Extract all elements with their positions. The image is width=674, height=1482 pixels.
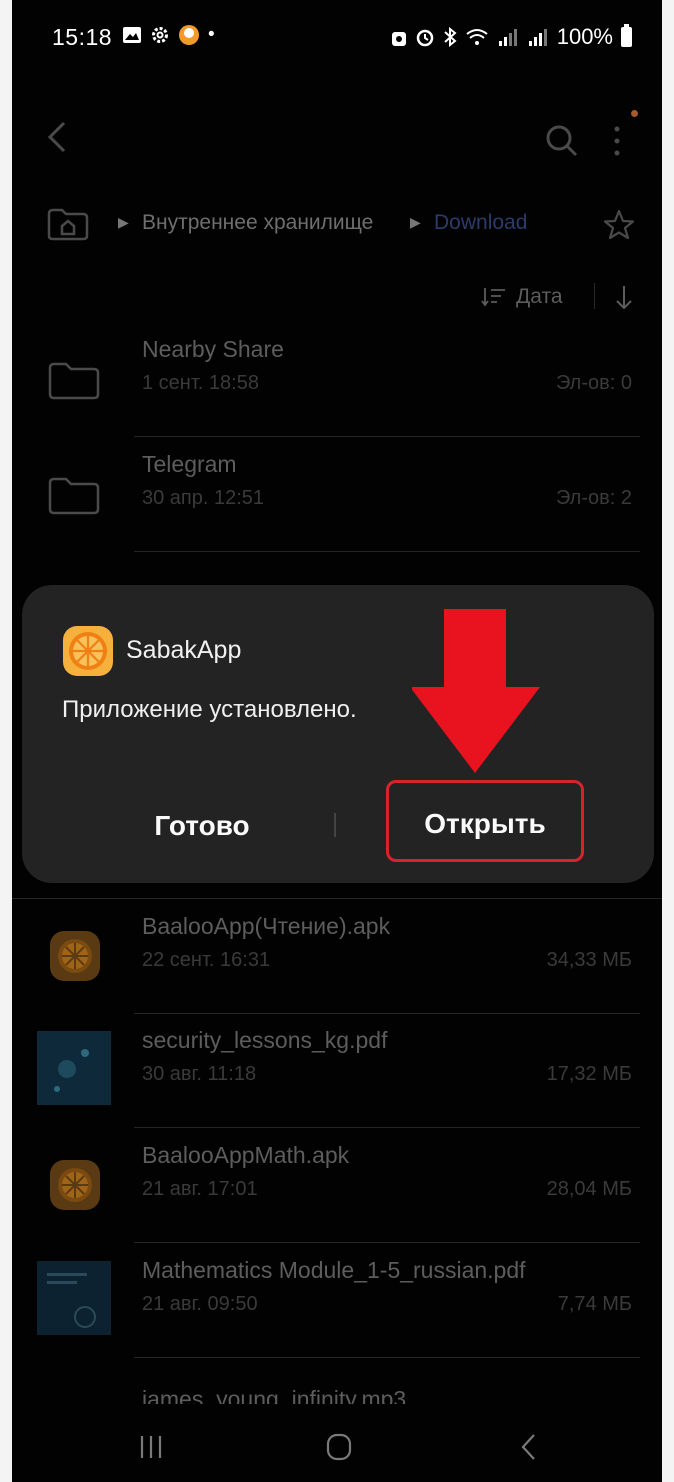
app-notification-icon (179, 25, 199, 45)
status-bar: 15:18 • 100% (12, 0, 662, 80)
phone-screen: 15:18 • 100% ▶ Внутреннее хранилище ▶ Do… (12, 0, 662, 1482)
button-divider (334, 813, 336, 837)
list-item[interactable]: BaalooApp(Чтение).apk 22 сент. 16:31 34,… (12, 898, 662, 1014)
sort-label: Дата (516, 285, 563, 308)
list-item[interactable]: BaalooAppMath.apk 21 авг. 17:01 28,04 МБ (12, 1128, 662, 1243)
apk-app-icon (50, 1160, 100, 1210)
sort-button[interactable]: Дата (480, 280, 563, 314)
sort-icon (481, 288, 505, 307)
file-size: 28,04 МБ (546, 1178, 632, 1200)
back-arrow-icon[interactable] (42, 117, 72, 157)
sort-divider (594, 283, 595, 309)
signal-2-icon (528, 29, 547, 46)
folder-icon (48, 362, 100, 400)
apk-app-icon (50, 931, 100, 981)
file-name: BaalooAppMath.apk (142, 1142, 350, 1168)
file-name: Nearby Share (142, 336, 284, 362)
pdf-thumbnail (37, 1031, 111, 1105)
open-button[interactable]: Открыть (386, 780, 584, 862)
file-size: 34,33 МБ (546, 949, 632, 971)
item-count: Эл-ов: 2 (555, 487, 632, 509)
battery-percent: 100% (556, 24, 613, 49)
status-time: 15:18 (52, 24, 113, 50)
nav-back-icon[interactable] (517, 1432, 541, 1462)
file-date: 21 авг. 17:01 (142, 1178, 258, 1200)
gallery-icon (123, 27, 141, 43)
list-item[interactable]: Mathematics Module_1-5_russian.pdf 21 ав… (12, 1243, 662, 1358)
recent-apps-icon[interactable] (136, 1432, 166, 1462)
file-date: 22 сент. 16:31 (142, 949, 271, 971)
breadcrumb-arrow-icon: ▶ (410, 214, 421, 230)
lock-icon (391, 32, 406, 46)
red-pointer-arrow-icon (412, 609, 540, 773)
list-item[interactable]: Telegram 30 апр. 12:51 Эл-ов: 2 (12, 437, 662, 552)
favorite-star-icon[interactable] (602, 208, 636, 242)
done-button[interactable]: Готово (122, 801, 282, 851)
file-size: 7,74 МБ (557, 1293, 632, 1315)
wifi-icon (466, 29, 488, 45)
file-size: 17,32 МБ (546, 1063, 632, 1085)
sort-direction-icon[interactable] (612, 280, 636, 314)
alarm-icon (416, 29, 433, 47)
breadcrumb-arrow-icon: ▶ (118, 214, 129, 230)
breadcrumb-download[interactable]: Download (434, 211, 527, 235)
file-date: 1 сент. 18:58 (142, 372, 259, 394)
file-name: security_lessons_kg.pdf (142, 1027, 388, 1053)
settings-gear-icon (152, 27, 168, 43)
search-icon[interactable] (542, 121, 582, 161)
file-name: Mathematics Module_1-5_russian.pdf (142, 1257, 526, 1283)
battery-icon (621, 24, 632, 47)
pdf-thumbnail (37, 1261, 111, 1335)
navigation-bar (12, 1404, 662, 1482)
app-bar (12, 105, 662, 175)
install-dialog: SabakApp Приложение установлено. Готово … (22, 585, 654, 883)
more-options-icon[interactable] (607, 121, 627, 161)
more-notifications-dot-icon: • (208, 24, 215, 45)
home-folder-icon[interactable] (46, 206, 90, 242)
dialog-app-name: SabakApp (126, 636, 242, 664)
list-item[interactable]: security_lessons_kg.pdf 30 авг. 11:18 17… (12, 1013, 662, 1128)
file-date: 21 авг. 09:50 (142, 1293, 258, 1315)
file-date: 30 авг. 11:18 (142, 1063, 257, 1085)
breadcrumb: ▶ Внутреннее хранилище ▶ Download (12, 200, 662, 250)
file-date: 30 апр. 12:51 (142, 487, 265, 509)
sabakapp-logo-icon (63, 626, 113, 676)
bluetooth-icon (444, 27, 457, 47)
divider (134, 551, 640, 552)
home-button-icon[interactable] (324, 1432, 354, 1462)
breadcrumb-internal-storage[interactable]: Внутреннее хранилище (142, 211, 373, 235)
item-count: Эл-ов: 0 (555, 372, 632, 394)
signal-1-icon (498, 29, 517, 46)
list-item[interactable]: Nearby Share 1 сент. 18:58 Эл-ов: 0 (12, 322, 662, 437)
file-name: BaalooApp(Чтение).apk (142, 913, 391, 939)
folder-icon (48, 477, 100, 515)
file-name: Telegram (142, 451, 237, 477)
update-badge (631, 110, 638, 117)
dialog-message: Приложение установлено. (62, 696, 357, 723)
